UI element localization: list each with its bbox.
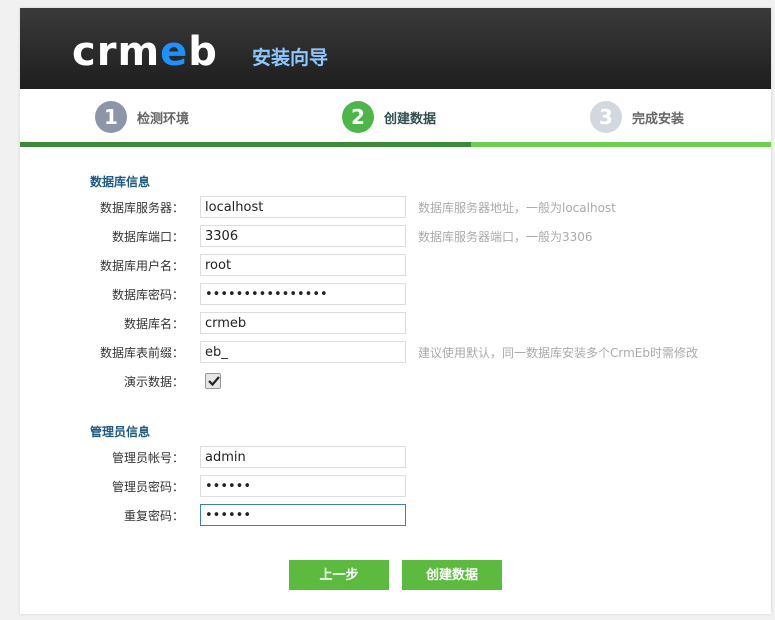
db-port-label: 数据库端口：: [111, 230, 184, 244]
step-label: 完成安装: [632, 111, 685, 127]
step-label: 创建数据: [384, 111, 437, 127]
create-data-button[interactable]: 创建数据: [402, 560, 502, 590]
db-user-row: 数据库用户名：: [20, 254, 771, 278]
db-name-row: 数据库名：: [20, 312, 771, 336]
db-port-input[interactable]: [200, 225, 406, 247]
demo-data-label: 演示数据：: [123, 375, 184, 389]
crmeb-logo: crmeb: [72, 29, 218, 75]
admin-account-row: 管理员帐号：: [20, 446, 771, 470]
db-name-input[interactable]: [200, 312, 406, 334]
repeat-password-row: 重复密码：: [20, 504, 771, 528]
admin-section-title: 管理员信息: [90, 425, 151, 439]
step-number: 3: [590, 101, 622, 133]
step-finish: 3 完成安装: [590, 101, 684, 133]
step-indicator: 1 检测环境 2 创建数据 3 完成安装: [20, 89, 771, 147]
db-prefix-input[interactable]: [200, 341, 406, 363]
db-user-label: 数据库用户名：: [99, 259, 184, 273]
db-prefix-hint: 建议使用默认，同一数据库安装多个CrmEb时需修改: [418, 346, 698, 360]
step-create-data: 2 创建数据: [342, 101, 436, 133]
db-password-input[interactable]: [200, 283, 406, 305]
checkmark-icon: [208, 376, 220, 387]
db-host-row: 数据库服务器： 数据库服务器地址，一般为localhost: [20, 196, 771, 220]
step-number: 1: [95, 101, 127, 133]
repeat-password-label: 重复密码：: [123, 509, 184, 523]
install-card: crmeb 安装向导 1 检测环境 2 创建数据 3 完成安装 数据库信息 数据…: [20, 8, 771, 614]
db-user-input[interactable]: [200, 254, 406, 276]
demo-data-checkbox[interactable]: [205, 373, 221, 389]
db-port-hint: 数据库服务器端口，一般为3306: [418, 230, 593, 244]
db-prefix-row: 数据库表前缀： 建议使用默认，同一数据库安装多个CrmEb时需修改: [20, 341, 771, 365]
db-port-row: 数据库端口： 数据库服务器端口，一般为3306: [20, 225, 771, 249]
db-password-row: 数据库密码：: [20, 283, 771, 307]
progress-bar: [20, 142, 771, 147]
step-number: 2: [342, 101, 374, 133]
db-host-input[interactable]: [200, 196, 406, 218]
page-title: 安装向导: [252, 47, 329, 69]
admin-password-row: 管理员密码：: [20, 475, 771, 499]
db-section-title: 数据库信息: [90, 175, 151, 189]
header: crmeb 安装向导: [20, 8, 771, 89]
admin-account-label: 管理员帐号：: [111, 451, 184, 465]
admin-account-input[interactable]: [200, 446, 406, 468]
admin-password-input[interactable]: [200, 475, 406, 497]
db-name-label: 数据库名：: [123, 317, 184, 331]
demo-data-row: 演示数据：: [20, 370, 771, 394]
progress-done: [20, 142, 471, 147]
prev-step-button[interactable]: 上一步: [289, 560, 389, 590]
repeat-password-input[interactable]: [200, 504, 406, 526]
db-host-label: 数据库服务器：: [99, 201, 184, 215]
admin-password-label: 管理员密码：: [111, 480, 184, 494]
step-check-env: 1 检测环境: [95, 101, 189, 133]
db-prefix-label: 数据库表前缀：: [99, 346, 184, 360]
step-label: 检测环境: [137, 111, 190, 127]
db-host-hint: 数据库服务器地址，一般为localhost: [418, 201, 616, 215]
db-password-label: 数据库密码：: [111, 288, 184, 302]
